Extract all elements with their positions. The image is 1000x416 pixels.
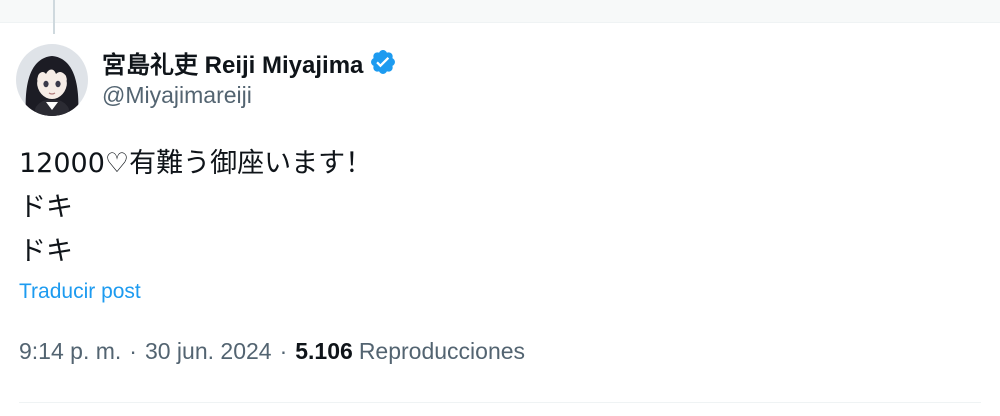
author-handle[interactable]: @Miyajimareiji — [102, 82, 252, 109]
post-text: 12000♡有難う御座います！ ドキ ドキ — [19, 142, 979, 274]
previous-post-strip — [0, 0, 1000, 23]
post-text-line: ドキ — [19, 236, 73, 267]
post-time[interactable]: 9:14 p. m. — [19, 338, 121, 365]
avatar[interactable] — [16, 44, 88, 116]
thread-connector-line — [53, 0, 55, 34]
author-display-name[interactable]: 宮島礼吏 Reiji Miyajima — [102, 45, 363, 80]
translate-post-link[interactable]: Traducir post — [19, 280, 141, 304]
post-text-line: 12000♡有難う御座います！ — [19, 148, 373, 179]
avatar-image — [16, 44, 88, 116]
meta-separator: · — [279, 338, 288, 364]
meta-separator: · — [129, 338, 137, 364]
divider — [19, 402, 981, 403]
post-date[interactable]: 30 jun. 2024 — [145, 338, 272, 365]
verified-badge-icon — [369, 48, 397, 76]
views-label: Reproducciones — [358, 338, 526, 364]
post-meta: 9:14 p. m. · 30 jun. 2024 · 5.106 Reprod… — [19, 338, 525, 365]
views-count: 5.106 — [295, 338, 353, 364]
author-name-row: 宮島礼吏 Reiji Miyajima — [102, 44, 397, 80]
post-text-line: ドキ — [19, 192, 73, 223]
